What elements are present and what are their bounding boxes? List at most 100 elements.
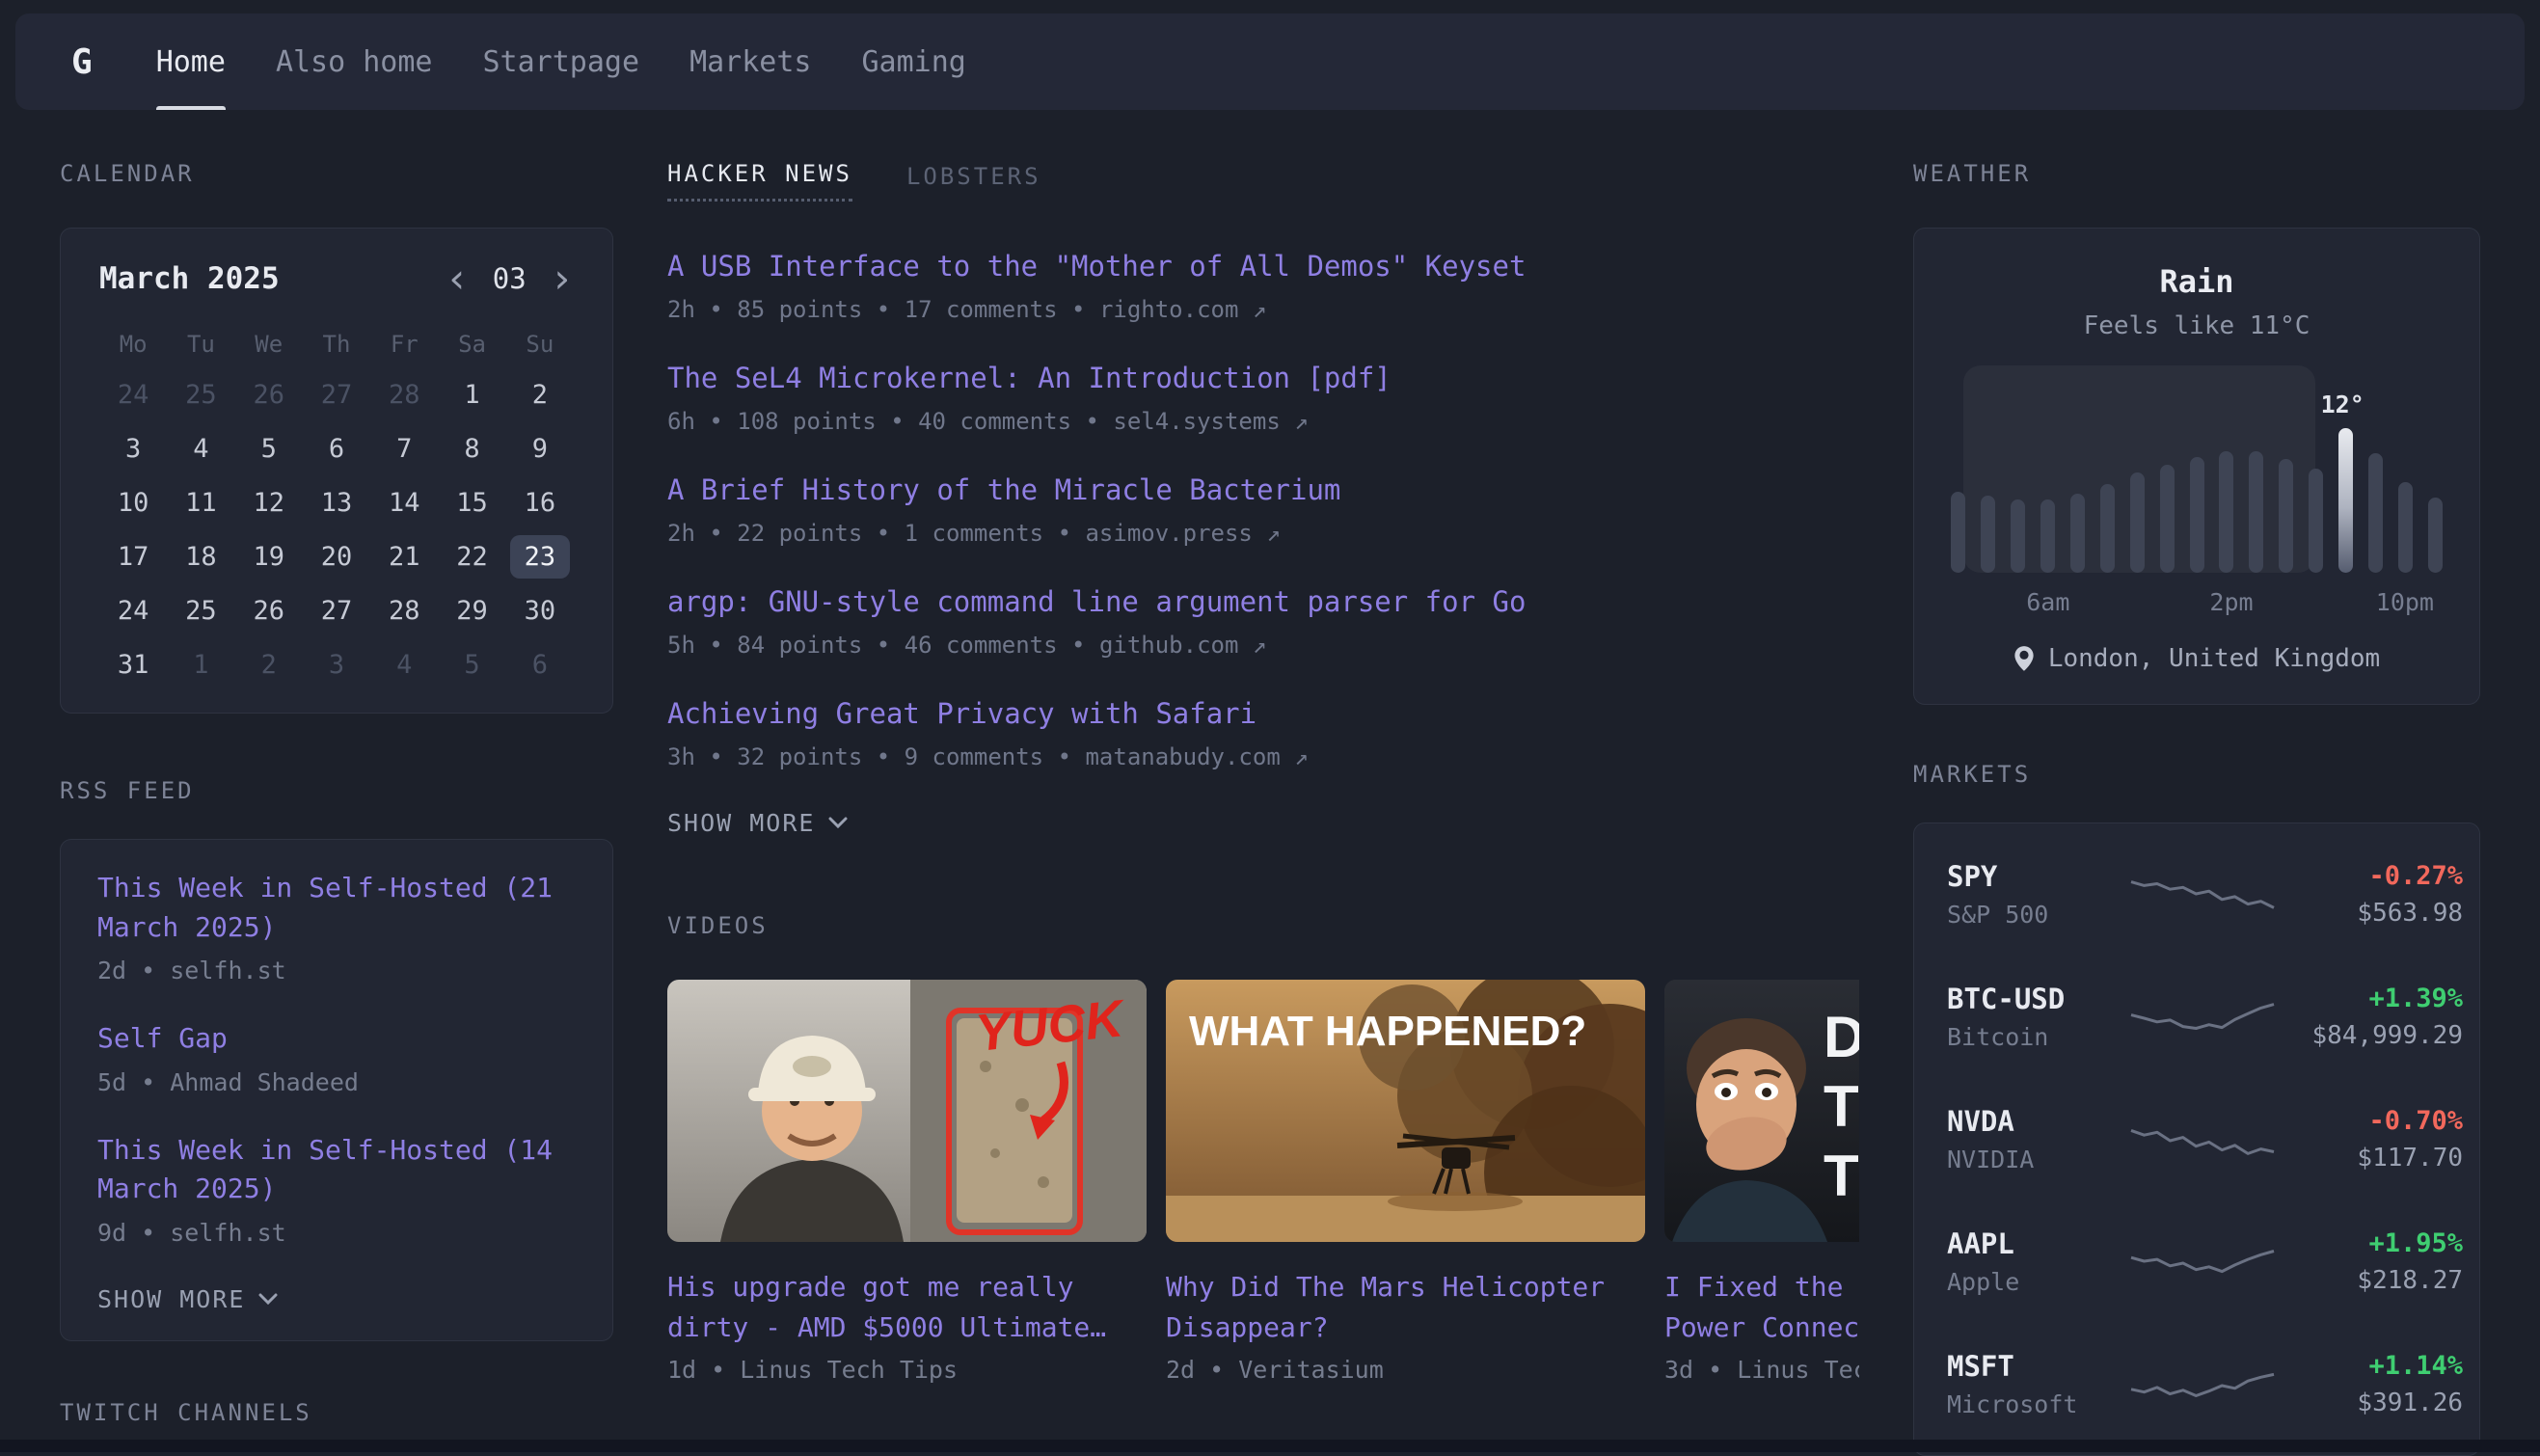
rss-item-title[interactable]: Self Gap xyxy=(97,1019,576,1059)
market-price: $563.98 xyxy=(2280,899,2463,928)
news-item-title[interactable]: argp: GNU-style command line argument pa… xyxy=(667,585,1859,618)
calendar-weekday: Tu xyxy=(167,331,234,358)
calendar-day: 26 xyxy=(235,583,303,637)
calendar-day: 6 xyxy=(303,421,370,475)
video-meta: 3d • Linus Tech Tips xyxy=(1664,1356,1859,1384)
calendar-grid: 2425262728123456789101112131415161718192… xyxy=(99,367,574,691)
market-name: Bitcoin xyxy=(1947,1023,2125,1051)
market-row[interactable]: SPY S&P 500 -0.27% $563.98 xyxy=(1947,833,2446,956)
market-sparkline xyxy=(2125,866,2280,924)
weather-section-heading: WEATHER xyxy=(1913,160,2480,187)
nav-tab-home[interactable]: Home xyxy=(156,13,226,110)
calendar-month-number: 03 xyxy=(493,262,527,295)
rss-item-meta: 2d • selfh.st xyxy=(97,957,576,984)
news-item-meta: 2h • 22 points • 1 comments • asimov.pre… xyxy=(667,520,1859,547)
calendar-day: 3 xyxy=(303,637,370,691)
market-name: S&P 500 xyxy=(1947,901,2125,929)
weather-bar xyxy=(2040,499,2055,573)
calendar-day: 25 xyxy=(167,367,234,421)
weather-bar xyxy=(2160,465,2175,573)
news-item-source-link[interactable]: matanabudy.com ↗ xyxy=(1085,743,1308,770)
video-title[interactable]: Why Did The Mars Helicopter Disappear? xyxy=(1166,1267,1645,1348)
calendar-day: 27 xyxy=(303,583,370,637)
weather-condition: Rain xyxy=(1949,263,2445,300)
rss-section-heading: RSS FEED xyxy=(60,777,613,804)
news-item-stats: 2h • 85 points • 17 comments • xyxy=(667,296,1085,323)
news-item-meta: 3h • 32 points • 9 comments • matanabudy… xyxy=(667,743,1859,770)
calendar-day: 21 xyxy=(370,529,438,583)
market-row[interactable]: MSFT Microsoft +1.14% $391.26 xyxy=(1947,1323,2446,1445)
calendar-day: 29 xyxy=(438,583,505,637)
calendar-day: 4 xyxy=(167,421,234,475)
news-item-title[interactable]: Achieving Great Privacy with Safari xyxy=(667,697,1859,730)
thumbnail-overlay-text: T xyxy=(1824,1144,1859,1208)
weather-feels-like: Feels like 11°C xyxy=(1949,311,2445,340)
calendar-header: March 2025 ‹ 03 › xyxy=(99,261,574,296)
weather-bar xyxy=(2398,482,2413,573)
calendar-day: 2 xyxy=(235,637,303,691)
calendar-day: 20 xyxy=(303,529,370,583)
weather-time-label: 2pm xyxy=(2209,588,2253,616)
news-item-stats: 3h • 32 points • 9 comments • xyxy=(667,743,1071,770)
video-title[interactable]: His upgrade got me really dirty - AMD $5… xyxy=(667,1267,1147,1348)
news-item-title[interactable]: A Brief History of the Miracle Bacterium xyxy=(667,473,1859,506)
news-item-source-link[interactable]: sel4.systems ↗ xyxy=(1113,408,1308,435)
weather-bar xyxy=(2100,484,2115,573)
news-item-stats: 2h • 22 points • 1 comments • xyxy=(667,520,1071,547)
calendar-day: 5 xyxy=(235,421,303,475)
news-item-title[interactable]: The SeL4 Microkernel: An Introduction [p… xyxy=(667,362,1859,394)
news-show-more-button[interactable]: SHOW MORE xyxy=(667,809,1859,837)
show-more-label: SHOW MORE xyxy=(97,1285,245,1313)
show-more-label: SHOW MORE xyxy=(667,809,815,837)
calendar-day: 24 xyxy=(99,367,167,421)
news-item: The SeL4 Microkernel: An Introduction [p… xyxy=(667,362,1859,435)
news-item-source-link[interactable]: righto.com ↗ xyxy=(1099,296,1266,323)
nav-tab-startpage[interactable]: Startpage xyxy=(483,13,640,110)
calendar-day: 3 xyxy=(99,421,167,475)
market-change: +1.14% xyxy=(2280,1351,2463,1381)
market-ticker: SPY xyxy=(1947,860,2125,893)
rss-item-title[interactable]: This Week in Self-Hosted (14 March 2025) xyxy=(97,1131,576,1209)
calendar-weekday: Fr xyxy=(370,331,438,358)
video-thumbnail[interactable]: DO T T xyxy=(1664,980,1859,1242)
app-logo[interactable]: G xyxy=(71,42,93,82)
calendar-day: 30 xyxy=(506,583,574,637)
news-item-source-link[interactable]: github.com ↗ xyxy=(1099,632,1266,659)
market-row[interactable]: BTC-USD Bitcoin +1.39% $84,999.29 xyxy=(1947,956,2446,1078)
calendar-day: 14 xyxy=(370,475,438,529)
news-item-source-link[interactable]: asimov.press ↗ xyxy=(1085,520,1280,547)
calendar-day: 26 xyxy=(235,367,303,421)
location-pin-icon xyxy=(2013,645,2035,672)
calendar-day: 17 xyxy=(99,529,167,583)
news-item: Achieving Great Privacy with Safari 3h •… xyxy=(667,697,1859,770)
market-row[interactable]: AAPL Apple +1.95% $218.27 xyxy=(1947,1200,2446,1323)
nav-tab-markets[interactable]: Markets xyxy=(689,13,811,110)
calendar-day: 18 xyxy=(167,529,234,583)
rss-item: This Week in Self-Hosted (21 March 2025)… xyxy=(97,869,576,984)
tab-lobsters[interactable]: LOBSTERS xyxy=(906,163,1041,202)
rss-item-title[interactable]: This Week in Self-Hosted (21 March 2025) xyxy=(97,869,576,947)
news-item-stats: 5h • 84 points • 46 comments • xyxy=(667,632,1085,659)
market-row[interactable]: NVDA NVIDIA -0.70% $117.70 xyxy=(1947,1078,2446,1200)
markets-widget: SPY S&P 500 -0.27% $563.98 BTC-USD Bitco… xyxy=(1913,822,2480,1456)
nav-tab-gaming[interactable]: Gaming xyxy=(862,13,966,110)
calendar-day: 13 xyxy=(303,475,370,529)
video-thumbnail[interactable]: YUCK xyxy=(667,980,1147,1242)
videos-row: YUCK His upgrade got me really dirty - A… xyxy=(667,980,1859,1384)
middle-column: HACKER NEWS LOBSTERS A USB Interface to … xyxy=(667,160,1859,1456)
right-column: WEATHER Rain Feels like 11°C 12° 6am2pm1… xyxy=(1913,160,2480,1456)
calendar-next-icon[interactable]: › xyxy=(550,262,574,295)
weather-bar xyxy=(2368,453,2383,573)
nav-tab-also-home[interactable]: Also home xyxy=(276,13,433,110)
calendar-day: 10 xyxy=(99,475,167,529)
news-item-title[interactable]: A USB Interface to the "Mother of All De… xyxy=(667,250,1859,283)
tab-hacker-news[interactable]: HACKER NEWS xyxy=(667,160,852,202)
weather-bar xyxy=(2070,494,2085,573)
calendar-prev-icon[interactable]: ‹ xyxy=(445,262,469,295)
rss-show-more-button[interactable]: SHOW MORE xyxy=(97,1285,576,1313)
weather-bar xyxy=(2309,469,2323,573)
video-thumbnail[interactable]: WHAT HAPPENED? xyxy=(1166,980,1645,1242)
calendar-widget: March 2025 ‹ 03 › MoTuWeThFrSaSu 2425262… xyxy=(60,228,613,714)
market-ticker: NVDA xyxy=(1947,1105,2125,1138)
video-title[interactable]: I Fixed the 5 Power Connect xyxy=(1664,1267,1859,1348)
